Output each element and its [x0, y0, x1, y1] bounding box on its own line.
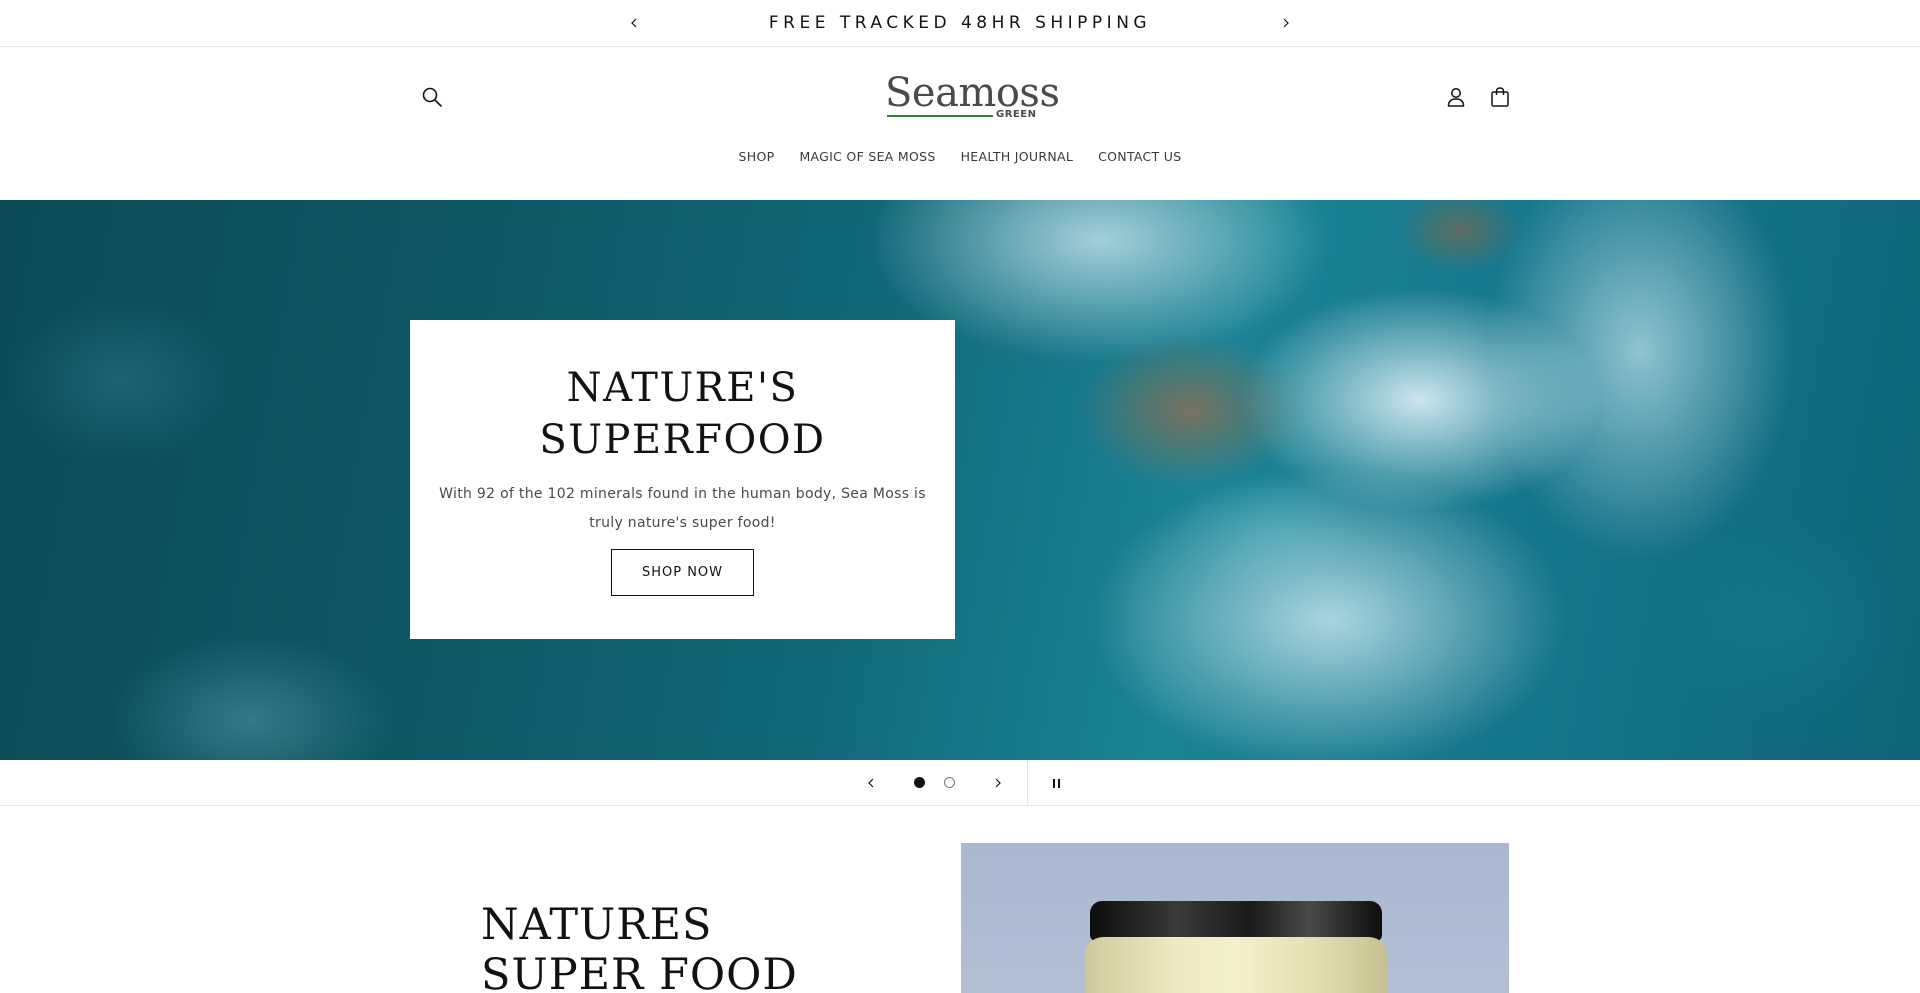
feature-title: NATURES SUPER FOOD: [481, 900, 798, 993]
logo-underline: [887, 115, 993, 117]
logo-wordmark: Seamoss: [885, 70, 1060, 116]
cart-button[interactable]: [1485, 82, 1515, 112]
account-button[interactable]: [1441, 82, 1471, 112]
slide-dot-2[interactable]: [944, 777, 955, 788]
product-jar-image: [961, 843, 1509, 993]
nav-item-shop[interactable]: SHOP: [739, 149, 775, 164]
hero-content-card: NATURE'S SUPERFOOD With 92 of the 102 mi…: [410, 320, 955, 639]
nav-item-magic-of-sea-moss[interactable]: MAGIC OF SEA MOSS: [799, 149, 935, 164]
announcement-text: FREE TRACKED 48HR SHIPPING: [768, 13, 1152, 33]
hero-title-line2: SUPERFOOD: [539, 417, 826, 463]
slide-next-button[interactable]: [988, 773, 1008, 793]
hero-title: NATURE'S SUPERFOOD: [410, 362, 955, 466]
hero-title-line1: NATURE'S: [566, 365, 799, 411]
chevron-right-icon: [1283, 18, 1289, 28]
search-icon: [422, 87, 442, 107]
site-logo[interactable]: Seamoss GREEN: [885, 72, 1060, 120]
cart-icon: [1491, 87, 1509, 107]
shop-now-button[interactable]: SHOP NOW: [611, 549, 754, 596]
slideshow-controls: [0, 760, 1920, 806]
pause-button[interactable]: [1046, 773, 1066, 793]
logo-subtext: GREEN: [996, 109, 1037, 120]
announcement-prev-button[interactable]: [624, 13, 644, 33]
announcement-next-button[interactable]: [1276, 13, 1296, 33]
hero-description: With 92 of the 102 minerals found in the…: [439, 486, 926, 531]
jar-lid: [1090, 901, 1382, 941]
announcement-bar: FREE TRACKED 48HR SHIPPING: [0, 0, 1920, 47]
nav-item-contact-us[interactable]: CONTACT US: [1098, 149, 1181, 164]
jar-body: [1085, 937, 1387, 993]
chevron-left-icon: [631, 18, 637, 28]
hero-slideshow: NATURE'S SUPERFOOD With 92 of the 102 mi…: [0, 200, 1920, 760]
slide-prev-button[interactable]: [861, 773, 881, 793]
chevron-left-icon: [868, 778, 874, 788]
pause-icon: [1052, 778, 1055, 788]
search-button[interactable]: [417, 82, 447, 112]
chevron-right-icon: [995, 778, 1001, 788]
pause-icon-bar: [1057, 778, 1060, 788]
nav-item-health-journal[interactable]: HEALTH JOURNAL: [961, 149, 1074, 164]
main-navigation: SHOP MAGIC OF SEA MOSS HEALTH JOURNAL CO…: [0, 149, 1920, 164]
slide-dot-1[interactable]: [914, 777, 925, 788]
controls-divider: [1027, 760, 1028, 806]
account-icon: [1447, 88, 1465, 107]
